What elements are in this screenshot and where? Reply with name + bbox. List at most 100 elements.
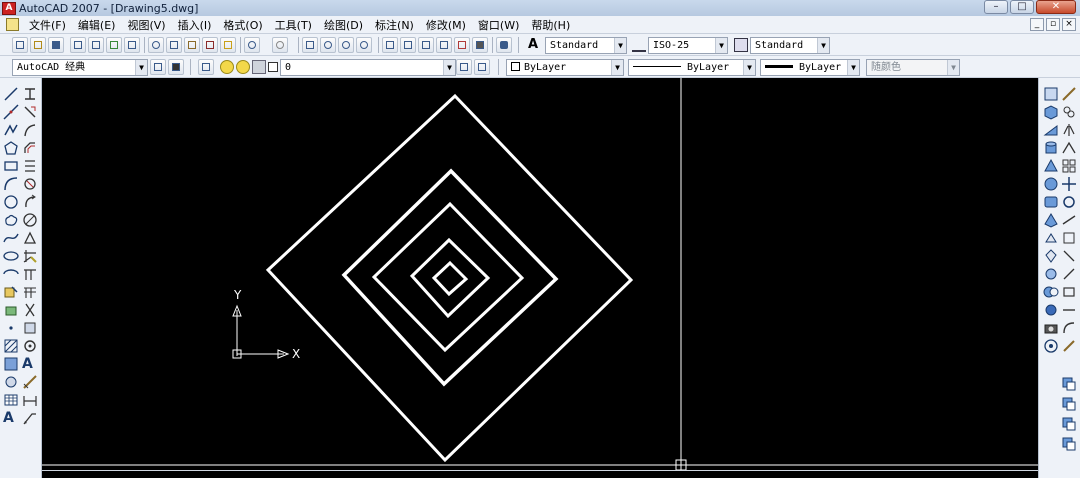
zoom-realtime-icon[interactable]	[320, 37, 336, 53]
autocad-app-icon[interactable]: A	[2, 1, 16, 15]
workspace-select[interactable]: AutoCAD 经典 ▼	[12, 59, 148, 76]
align-3d-icon[interactable]	[1061, 140, 1077, 156]
table-style-select[interactable]: Standard ▼	[750, 37, 830, 54]
copy-icon[interactable]	[166, 37, 182, 53]
3d-orbit-icon[interactable]	[1043, 86, 1059, 102]
layer-on-icon[interactable]	[220, 60, 234, 74]
layout-view-icon[interactable]	[1061, 376, 1077, 392]
3d-rotate-icon[interactable]	[1061, 194, 1077, 210]
trim-icon[interactable]	[22, 248, 38, 264]
insert-block-icon[interactable]	[3, 284, 19, 300]
close-button[interactable]: ✕	[1036, 0, 1076, 14]
3d-array-icon[interactable]	[1061, 158, 1077, 174]
make-block-icon[interactable]	[3, 302, 19, 318]
named-views-icon[interactable]	[1061, 416, 1077, 432]
doc-minimize-button[interactable]: _	[1030, 18, 1044, 31]
offset-icon[interactable]	[22, 140, 38, 156]
wedge-solid-icon[interactable]	[1043, 122, 1059, 138]
section-icon[interactable]	[1061, 230, 1077, 246]
extrude-icon[interactable]	[1043, 230, 1059, 246]
dim-text-icon[interactable]: A	[22, 356, 38, 372]
menu-edit[interactable]: 编辑(E)	[72, 17, 122, 33]
plot-icon[interactable]	[70, 37, 86, 53]
revision-cloud-icon[interactable]	[3, 212, 19, 228]
leader-icon[interactable]	[22, 410, 38, 426]
menu-window[interactable]: 窗口(W)	[472, 17, 525, 33]
layer-previous-icon[interactable]	[474, 59, 490, 75]
design-center-icon[interactable]	[400, 37, 416, 53]
linetype-select[interactable]: ByLayer ▼	[628, 59, 756, 76]
construction-line-icon[interactable]	[3, 104, 19, 120]
save-icon[interactable]	[48, 37, 64, 53]
explode-icon[interactable]	[22, 374, 38, 390]
polyline-icon[interactable]	[3, 122, 19, 138]
menu-dimension[interactable]: 标注(N)	[369, 17, 420, 33]
markup-icon[interactable]	[454, 37, 470, 53]
revolve-icon[interactable]	[1043, 248, 1059, 264]
publish-icon[interactable]	[106, 37, 122, 53]
dimension-icon[interactable]	[22, 392, 38, 408]
circle-icon[interactable]	[3, 194, 19, 210]
3d-dwf-icon[interactable]	[124, 37, 140, 53]
preview-icon[interactable]	[88, 37, 104, 53]
lineweight-select[interactable]: ByLayer ▼	[760, 59, 860, 76]
fillet-icon[interactable]	[22, 338, 38, 354]
join-icon[interactable]	[22, 302, 38, 318]
scale-icon[interactable]	[22, 212, 38, 228]
help-icon[interactable]	[496, 37, 512, 53]
my-workspace-icon[interactable]	[168, 59, 184, 75]
doc-close-button[interactable]: ×	[1062, 18, 1076, 31]
region-icon[interactable]	[3, 374, 19, 390]
table-icon[interactable]	[3, 392, 19, 408]
extend-icon[interactable]	[22, 266, 38, 282]
layer-select[interactable]: 0 ▼	[280, 59, 456, 76]
erase-icon[interactable]	[22, 86, 38, 102]
copy-object-icon[interactable]	[22, 104, 38, 120]
maximize-button[interactable]: □	[1010, 0, 1034, 14]
minimize-button[interactable]: –	[984, 0, 1008, 14]
break-icon[interactable]	[22, 284, 38, 300]
outer-diamond[interactable]	[265, 93, 634, 463]
rectangle-icon[interactable]	[3, 158, 19, 174]
array-icon[interactable]	[22, 158, 38, 174]
interfere-icon[interactable]	[1061, 266, 1077, 282]
properties-icon[interactable]	[382, 37, 398, 53]
layer-manager-icon[interactable]	[198, 59, 214, 75]
pan-icon[interactable]	[302, 37, 318, 53]
stretch-icon[interactable]	[22, 230, 38, 246]
polygon-icon[interactable]	[3, 140, 19, 156]
slice-icon[interactable]	[1061, 212, 1077, 228]
chamfer-icon[interactable]	[22, 320, 38, 336]
line-icon[interactable]	[3, 86, 19, 102]
menu-insert[interactable]: 插入(I)	[172, 17, 218, 33]
menu-format[interactable]: 格式(O)	[217, 17, 268, 33]
dim-style-icon[interactable]	[632, 38, 646, 52]
arc-icon[interactable]	[3, 176, 19, 192]
redo-icon[interactable]	[272, 37, 288, 53]
sheet-set-icon[interactable]	[436, 37, 452, 53]
drawing-canvas[interactable]: Y X	[42, 78, 1038, 470]
gradient-icon[interactable]	[3, 356, 19, 372]
hatch-icon[interactable]	[3, 338, 19, 354]
make-current-layer-icon[interactable]	[456, 59, 472, 75]
zoom-previous-icon[interactable]	[356, 37, 372, 53]
ellipse-arc-icon[interactable]	[3, 266, 19, 282]
text-style-select[interactable]: Standard ▼	[545, 37, 627, 54]
properties-palette-icon[interactable]	[1061, 86, 1077, 102]
move-icon[interactable]	[22, 176, 38, 192]
mirror-icon[interactable]	[22, 122, 38, 138]
fourth-diamond[interactable]	[409, 237, 491, 319]
open-icon[interactable]	[30, 37, 46, 53]
menu-draw[interactable]: 绘图(D)	[318, 17, 369, 33]
ellipse-icon[interactable]	[3, 248, 19, 264]
rotate-icon[interactable]	[22, 194, 38, 210]
paste-icon[interactable]	[184, 37, 200, 53]
sphere-icon[interactable]	[1043, 176, 1059, 192]
flatshot-icon[interactable]	[1061, 302, 1077, 318]
calculator-icon[interactable]	[472, 37, 488, 53]
zoom-window-icon[interactable]	[338, 37, 354, 53]
render-icon[interactable]	[1043, 320, 1059, 336]
inner-diamond[interactable]	[431, 260, 469, 297]
spline-icon[interactable]	[3, 230, 19, 246]
camera-icon[interactable]	[1061, 338, 1077, 354]
